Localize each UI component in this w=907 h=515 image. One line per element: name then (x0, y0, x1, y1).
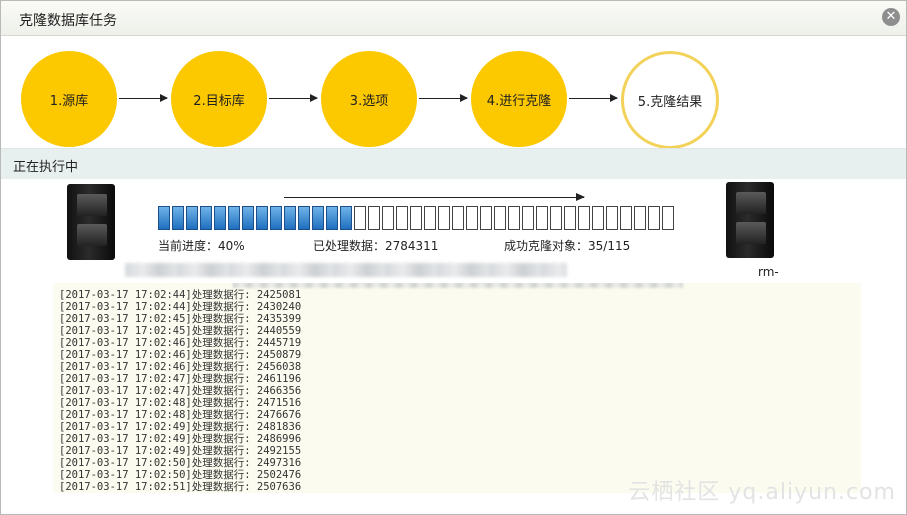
progress-cell (508, 206, 520, 230)
log-line: [2017-03-17 17:02:48]处理数据行: 2476676 (59, 409, 302, 421)
progress-cell (326, 206, 338, 230)
progress-cell (550, 206, 562, 230)
progress-cell (634, 206, 646, 230)
progress-cell (648, 206, 660, 230)
clone-task-dialog: 克隆数据库任务 ✕ 1.源库 2.目标库 3.选项 4.进行克隆 5.克隆结果 … (0, 0, 907, 515)
progress-cell (536, 206, 548, 230)
log-line: [2017-03-17 17:02:44]处理数据行: 2425081 (59, 289, 302, 301)
step-cloning: 4.进行克隆 (471, 51, 567, 147)
step-label: 1.源库 (49, 93, 89, 109)
progress-cell (578, 206, 590, 230)
log-line: [2017-03-17 17:02:49]处理数据行: 2486996 (59, 433, 302, 445)
target-server-label: rm- (758, 265, 779, 279)
progress-cell (606, 206, 618, 230)
step-arrow-icon (119, 94, 168, 102)
watermark: 云栖社区 yq.aliyun.com (628, 480, 896, 505)
progress-cell (312, 206, 324, 230)
step-label: 4.进行克隆 (486, 93, 552, 109)
progress-cell (228, 206, 240, 230)
progress-cell (354, 206, 366, 230)
log-line: [2017-03-17 17:02:51]处理数据行: 2507636 (59, 481, 302, 493)
progress-cell (298, 206, 310, 230)
step-arrow-icon (569, 94, 618, 102)
progress-cell (284, 206, 296, 230)
step-label: 2.目标库 (193, 93, 245, 109)
transfer-arrow-icon (284, 193, 585, 201)
progress-cell (340, 206, 352, 230)
progress-cell (424, 206, 436, 230)
log-line: [2017-03-17 17:02:50]处理数据行: 2497316 (59, 457, 302, 469)
progress-cell (172, 206, 184, 230)
progress-cell (242, 206, 254, 230)
log-panel[interactable]: [2017-03-17 17:02:44]处理数据行: 2425081 [2017… (53, 283, 861, 493)
redacted-text (125, 263, 567, 277)
log-line: [2017-03-17 17:02:45]处理数据行: 2435399 (59, 313, 302, 325)
processed-rows: 已处理数据：2784311 (313, 239, 439, 253)
progress-cell (214, 206, 226, 230)
progress-cell (158, 206, 170, 230)
log-line: [2017-03-17 17:02:46]处理数据行: 2450879 (59, 349, 302, 361)
dialog-title: 克隆数据库任务 (19, 13, 117, 29)
step-target-db: 2.目标库 (171, 51, 267, 147)
progress-cell (522, 206, 534, 230)
progress-cell (256, 206, 268, 230)
progress-cell (452, 206, 464, 230)
progress-cell (466, 206, 478, 230)
close-icon[interactable]: ✕ (882, 8, 900, 26)
source-server-icon (61, 184, 119, 262)
log-line: [2017-03-17 17:02:45]处理数据行: 2440559 (59, 325, 302, 337)
progress-cell (270, 206, 282, 230)
log-line: [2017-03-17 17:02:47]处理数据行: 2466356 (59, 385, 302, 397)
log-line: [2017-03-17 17:02:46]处理数据行: 2456038 (59, 361, 302, 373)
progress-cell (620, 206, 632, 230)
progress-cell (186, 206, 198, 230)
status-bar: 正在执行中 (1, 148, 906, 179)
log-line: [2017-03-17 17:02:49]处理数据行: 2492155 (59, 445, 302, 457)
progress-cell (564, 206, 576, 230)
log-line: [2017-03-17 17:02:44]处理数据行: 2430240 (59, 301, 302, 313)
wizard-steps: 1.源库 2.目标库 3.选项 4.进行克隆 5.克隆结果 (1, 45, 906, 149)
step-clone-result: 5.克隆结果 (621, 51, 719, 149)
cloned-objects: 成功克隆对象：35/115 (504, 239, 631, 253)
progress-cell (480, 206, 492, 230)
progress-cell (382, 206, 394, 230)
progress-cell (438, 206, 450, 230)
progress-cell (368, 206, 380, 230)
step-arrow-icon (269, 94, 318, 102)
log-line: [2017-03-17 17:02:50]处理数据行: 2502476 (59, 469, 302, 481)
progress-bar (158, 206, 676, 232)
progress-cell (410, 206, 422, 230)
step-source-db: 1.源库 (21, 51, 117, 147)
progress-cell (494, 206, 506, 230)
log-line: [2017-03-17 17:02:49]处理数据行: 2481836 (59, 421, 302, 433)
log-line: [2017-03-17 17:02:48]处理数据行: 2471516 (59, 397, 302, 409)
progress-cell (396, 206, 408, 230)
log-line: [2017-03-17 17:02:47]处理数据行: 2461196 (59, 373, 302, 385)
progress-cell (200, 206, 212, 230)
target-server-icon (720, 182, 778, 260)
progress-cell (592, 206, 604, 230)
step-label: 5.克隆结果 (637, 94, 703, 110)
step-label: 3.选项 (349, 93, 389, 109)
status-label: 正在执行中 (13, 160, 79, 175)
log-line: [2017-03-17 17:02:46]处理数据行: 2445719 (59, 337, 302, 349)
dialog-titlebar: 克隆数据库任务 ✕ (1, 1, 906, 36)
current-progress: 当前进度：40% (158, 239, 245, 253)
progress-cell (662, 206, 674, 230)
step-options: 3.选项 (321, 51, 417, 147)
step-arrow-icon (419, 94, 468, 102)
